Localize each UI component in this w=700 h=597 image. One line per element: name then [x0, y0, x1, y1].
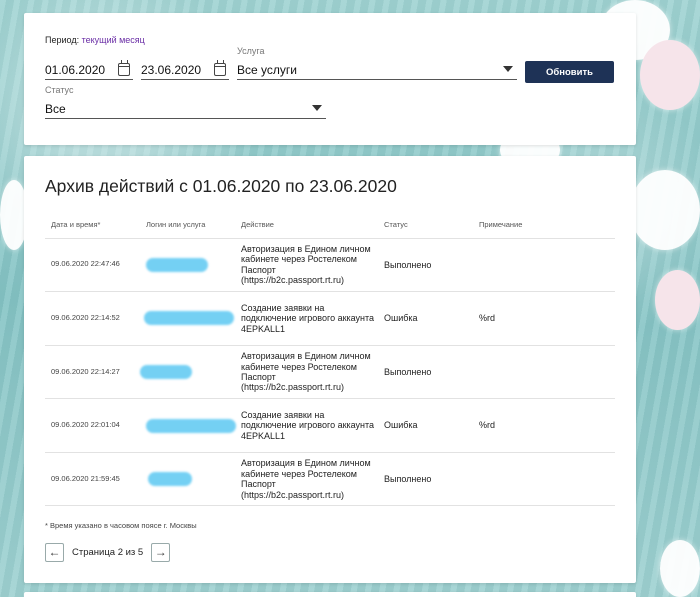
page-indicator: Страница 2 из 5	[72, 546, 144, 558]
cell-status: Ошибка	[378, 291, 473, 346]
cell-status: Выполнено	[378, 345, 473, 400]
page-title: Архив действий с 01.06.2020 по 23.06.202…	[45, 176, 397, 196]
date-from-field[interactable]: 01.06.2020	[45, 58, 133, 80]
cell-note	[473, 452, 615, 507]
table-row: 09.06.2020 22:01:04 Создание заявки на п…	[45, 398, 615, 453]
calendar-icon[interactable]	[118, 60, 130, 76]
column-header-note: Примечание	[473, 211, 615, 239]
blossom-decoration	[630, 170, 700, 250]
cell-action: Авторизация в Едином личном кабинете чер…	[235, 452, 378, 507]
date-to-value: 23.06.2020	[141, 63, 202, 77]
status-select[interactable]: Статус Все	[45, 85, 326, 119]
calendar-icon[interactable]	[214, 60, 226, 76]
status-label: Статус	[45, 85, 74, 95]
column-header-status: Статус	[378, 211, 473, 239]
cell-datetime: 09.06.2020 22:47:46	[45, 238, 140, 293]
refresh-button[interactable]: Обновить	[525, 61, 614, 83]
service-label: Услуга	[237, 46, 265, 56]
blossom-decoration	[660, 540, 700, 597]
cell-login	[140, 345, 235, 400]
cell-status: Ошибка	[378, 398, 473, 453]
cell-note	[473, 238, 615, 293]
cell-status: Выполнено	[378, 238, 473, 293]
chevron-down-icon	[312, 105, 322, 111]
cell-action: Авторизация в Едином личном кабинете чер…	[235, 345, 378, 400]
cell-login	[140, 452, 235, 507]
status-value: Все	[45, 102, 66, 116]
prev-page-button[interactable]: ←	[45, 542, 64, 562]
period-selector: Период: текущий месяц	[45, 35, 145, 45]
redaction-mark	[144, 311, 234, 326]
pagination: ← Страница 2 из 5 →	[45, 542, 171, 562]
table-row: 09.06.2020 22:14:52 Создание заявки на п…	[45, 291, 615, 346]
next-panel-edge	[24, 592, 636, 597]
redaction-mark	[148, 472, 192, 487]
cell-datetime: 09.06.2020 22:01:04	[45, 398, 140, 453]
redaction-mark	[146, 257, 208, 272]
date-to-field[interactable]: 23.06.2020	[141, 58, 229, 80]
cell-status: Выполнено	[378, 452, 473, 507]
cell-login	[140, 291, 235, 346]
cell-action: Создание заявки на подключение игрового …	[235, 291, 378, 346]
arrow-right-icon: →	[154, 545, 167, 559]
table-row: 09.06.2020 22:14:27 Авторизация в Едином…	[45, 345, 615, 400]
cell-datetime: 09.06.2020 22:14:27	[45, 345, 140, 400]
period-label: Период:	[45, 35, 80, 45]
cell-note: %rd	[473, 398, 615, 453]
cell-action: Авторизация в Едином личном кабинете чер…	[235, 238, 378, 293]
service-select[interactable]: Услуга Все услуги	[237, 46, 517, 80]
date-from-value: 01.06.2020	[45, 63, 106, 77]
timezone-footnote: * Время указано в часовом поясе г. Москв…	[45, 521, 197, 530]
redaction-mark	[146, 418, 236, 433]
archive-table: Дата и время* Логин или услуга Действие …	[45, 211, 615, 507]
service-value: Все услуги	[237, 63, 297, 77]
column-header-datetime: Дата и время*	[45, 211, 140, 239]
chevron-down-icon	[503, 66, 513, 72]
redaction-mark	[140, 364, 192, 379]
cell-note: %rd	[473, 291, 615, 346]
table-row: 09.06.2020 22:47:46 Авторизация в Едином…	[45, 238, 615, 293]
filter-panel: Период: текущий месяц 01.06.2020 23.06.2…	[24, 13, 636, 145]
cell-note	[473, 345, 615, 400]
table-header-row: Дата и время* Логин или услуга Действие …	[45, 211, 615, 239]
column-header-login: Логин или услуга	[140, 211, 235, 239]
arrow-left-icon: ←	[48, 545, 61, 559]
period-link[interactable]: текущий месяц	[82, 35, 145, 45]
archive-panel: Архив действий с 01.06.2020 по 23.06.202…	[24, 156, 636, 583]
cell-login	[140, 398, 236, 453]
blossom-decoration	[640, 40, 700, 110]
cell-action: Создание заявки на подключение игрового …	[235, 398, 378, 453]
cell-datetime: 09.06.2020 22:14:52	[45, 291, 140, 346]
blossom-decoration	[655, 270, 700, 330]
cell-datetime: 09.06.2020 21:59:45	[45, 452, 140, 507]
cell-login	[140, 238, 235, 293]
table-row: 09.06.2020 21:59:45 Авторизация в Едином…	[45, 452, 615, 507]
next-page-button[interactable]: →	[151, 542, 171, 562]
column-header-action: Действие	[235, 211, 378, 239]
